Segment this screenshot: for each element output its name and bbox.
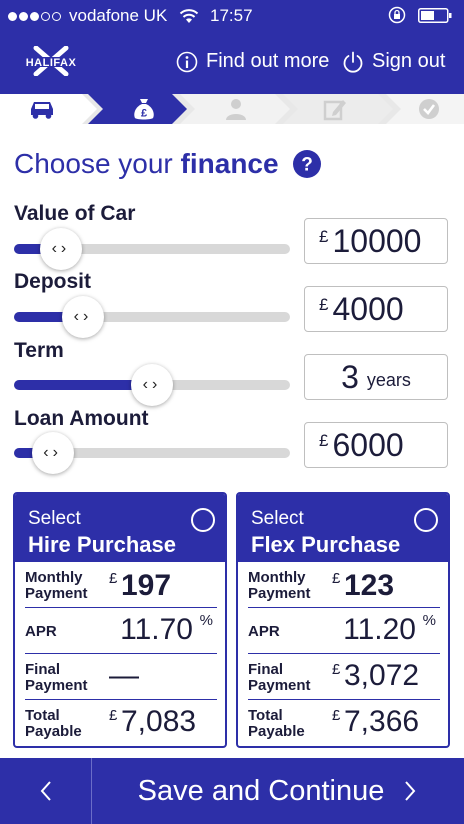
final-payment-value: 3,072	[344, 659, 420, 692]
carrier-name: vodafone UK	[69, 6, 168, 25]
currency-symbol: £	[319, 431, 329, 450]
signal-strength-icon	[8, 11, 61, 21]
sign-out-label: Sign out	[372, 50, 446, 72]
currency-symbol: £	[319, 295, 329, 314]
chevron-right-icon	[405, 781, 416, 801]
info-icon	[176, 51, 198, 72]
rotation-lock-icon	[388, 6, 406, 24]
status-time: 17:57	[210, 6, 253, 25]
flex-purchase-card-header[interactable]: Select Flex Purchase	[238, 494, 448, 562]
page-title: Choose your finance	[14, 148, 279, 180]
deposit-slider[interactable]: ‹›	[14, 296, 290, 338]
car-icon[interactable]	[28, 99, 56, 119]
card-product-name: Flex Purchase	[251, 532, 401, 557]
term-slider[interactable]: ‹›	[14, 364, 290, 406]
currency-symbol: £	[319, 227, 329, 246]
footer-bar: Save and Continue	[0, 758, 464, 824]
term-slider-thumb[interactable]: ‹›	[131, 364, 173, 406]
page-title-emphasis: finance	[180, 148, 279, 179]
battery-icon	[418, 7, 452, 23]
page-title-row: Choose your finance ?	[14, 148, 321, 180]
value-of-car-input[interactable]: £ 10000	[304, 218, 448, 264]
currency-symbol: £	[332, 570, 341, 587]
deposit-input[interactable]: £ 4000	[304, 286, 448, 332]
value-of-car-value: 10000	[332, 222, 422, 259]
save-and-continue-label: Save and Continue	[137, 774, 385, 807]
apr-row: APR 11.70 %	[25, 608, 217, 654]
find-out-more-label: Find out more	[206, 50, 330, 72]
currency-symbol: £	[332, 707, 341, 724]
monthly-payment-row: Monthly Payment £ 123	[248, 562, 440, 608]
currency-symbol: £	[109, 707, 118, 724]
apr-label: APR	[248, 623, 280, 640]
person-icon	[226, 99, 246, 120]
apr-label: APR	[25, 623, 57, 640]
value-of-car-slider[interactable]: ‹›	[14, 228, 290, 270]
deposit-slider-thumb[interactable]: ‹›	[62, 296, 104, 338]
money-bag-icon[interactable]: £	[131, 97, 157, 121]
check-icon	[419, 99, 439, 119]
app-header: HALIFAX Find out more Sign out	[0, 32, 464, 94]
loan-amount-label: Loan Amount	[14, 407, 149, 430]
apr-value: 11.70	[120, 613, 193, 646]
monthly-payment-label: Monthly Payment	[25, 569, 88, 602]
term-label: Term	[14, 339, 64, 362]
edit-icon	[323, 100, 346, 121]
loan-amount-value: 6000	[332, 426, 404, 463]
loan-amount-slider[interactable]: ‹›	[14, 432, 290, 474]
apr-row: APR 11.20 %	[248, 608, 440, 654]
final-payment-value: —	[109, 659, 139, 692]
flex-purchase-radio[interactable]	[414, 508, 438, 532]
loan-amount-slider-thumb[interactable]: ‹›	[31, 432, 74, 474]
final-payment-row: Final Payment £ 3,072	[248, 654, 440, 700]
help-icon[interactable]: ?	[292, 150, 321, 178]
card-product-name: Hire Purchase	[28, 532, 176, 557]
flex-purchase-card[interactable]: Select Flex Purchase Monthly Payment £ 1…	[236, 492, 450, 748]
apr-value: 11.20	[343, 613, 416, 646]
deposit-label: Deposit	[14, 270, 92, 293]
value-of-car-label: Value of Car	[14, 202, 136, 225]
monthly-payment-label: Monthly Payment	[248, 569, 311, 602]
hire-purchase-card-header[interactable]: Select Hire Purchase	[15, 494, 225, 562]
percent-symbol: %	[422, 612, 436, 629]
total-payable-label: Total Payable	[248, 707, 305, 740]
currency-symbol: £	[332, 661, 341, 678]
total-payable-row: Total Payable £ 7,366	[248, 700, 440, 746]
svg-text:?: ?	[301, 155, 313, 176]
final-payment-label: Final Payment	[25, 661, 88, 694]
total-payable-value: 7,366	[344, 705, 420, 738]
sign-out-link[interactable]: Sign out	[342, 50, 445, 73]
term-value: 3	[341, 358, 359, 395]
chevron-left-icon	[40, 781, 51, 801]
term-input[interactable]: 3 years	[304, 354, 448, 400]
monthly-payment-value: 123	[344, 569, 395, 602]
hire-purchase-card[interactable]: Select Hire Purchase Monthly Payment £ 1…	[13, 492, 227, 748]
total-payable-row: Total Payable £ 7,083	[25, 700, 217, 746]
total-payable-value: 7,083	[121, 705, 197, 738]
hire-purchase-radio[interactable]	[191, 508, 215, 532]
loan-amount-input[interactable]: £ 6000	[304, 422, 448, 468]
monthly-payment-row: Monthly Payment £ 197	[25, 562, 217, 608]
find-out-more-link[interactable]: Find out more	[176, 50, 329, 73]
final-payment-label: Final Payment	[248, 661, 311, 694]
value-of-car-slider-thumb[interactable]: ‹›	[39, 228, 82, 270]
status-bar: vodafone UK 17:57	[0, 0, 464, 32]
power-icon	[343, 51, 363, 73]
deposit-value: 4000	[332, 290, 404, 327]
term-unit: years	[366, 369, 411, 390]
save-and-continue-button[interactable]: Save and Continue	[92, 758, 464, 824]
svg-text:£: £	[141, 108, 147, 120]
monthly-payment-value: 197	[121, 569, 172, 602]
currency-symbol: £	[109, 570, 118, 587]
halifax-logo: HALIFAX	[14, 46, 88, 76]
back-button[interactable]	[0, 758, 92, 824]
svg-text:HALIFAX: HALIFAX	[26, 57, 77, 69]
wifi-icon	[180, 9, 199, 23]
step-progress-bar: £	[0, 94, 464, 124]
final-payment-row: Final Payment —	[25, 654, 217, 700]
total-payable-label: Total Payable	[25, 707, 82, 740]
percent-symbol: %	[199, 612, 213, 629]
page-title-prefix: Choose your	[14, 148, 173, 179]
